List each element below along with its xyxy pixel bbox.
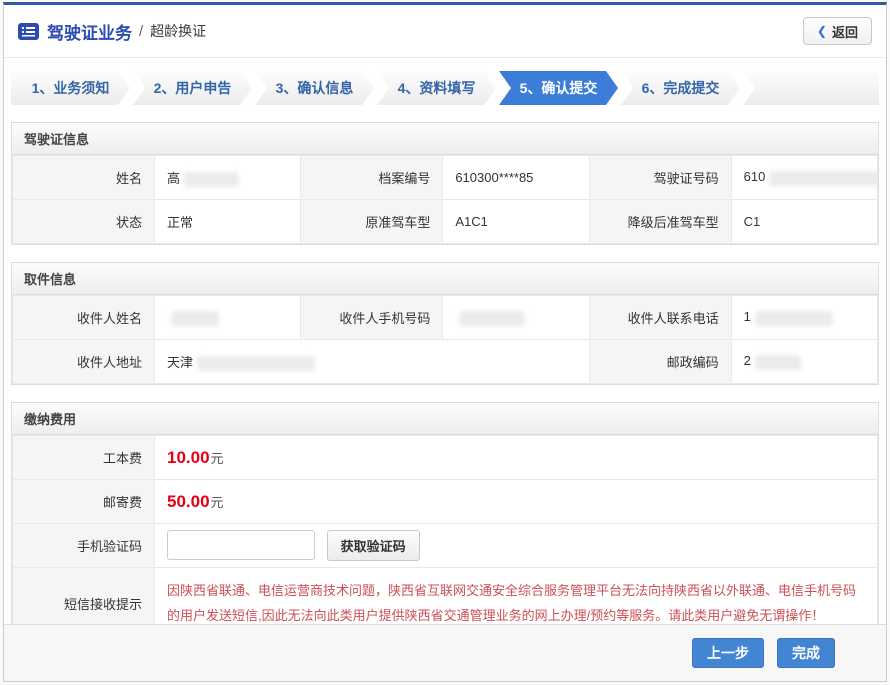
section-payment: 缴纳费用 工本费 10.00元 邮寄费 50.00元 手机验证码 获取验证码 [11,402,879,640]
section-license-title: 驾驶证信息 [12,123,878,155]
redaction-blur [184,172,239,187]
fee-unit: 元 [211,451,224,466]
field-value: 610300****85 [443,156,589,200]
field-label: 收件人手机号码 [301,296,443,340]
fee-row: 邮寄费 50.00元 [13,480,878,524]
field-value: C1 [731,200,877,244]
fee-amount: 10.00 [167,448,210,467]
step-3[interactable]: 3、确认信息 [255,71,374,105]
field-label: 收件人联系电话 [589,296,731,340]
fee-label: 工本费 [13,436,155,480]
sms-code-input[interactable] [167,530,315,560]
step-2[interactable]: 2、用户申告 [133,71,252,105]
info-row: 姓名高档案编号610300****85驾驶证号码610 [13,156,878,200]
field-value: 天津 [155,340,590,384]
step-4[interactable]: 4、资料填写 [377,71,496,105]
field-label: 邮政编码 [589,340,731,384]
field-value: 610 [731,156,877,200]
get-code-button[interactable]: 获取验证码 [327,530,420,561]
license-list-icon [18,23,39,40]
redaction-blur [769,171,877,186]
page-header: 驾驶证业务 / 超龄换证 ❮ 返回 [4,5,886,58]
sms-code-label: 手机验证码 [13,524,155,568]
info-row: 收件人姓名 收件人手机号码 收件人联系电话1 [13,296,878,340]
info-sections-host: 驾驶证信息姓名高档案编号610300****85驾驶证号码610状态正常原准驾车… [4,122,886,385]
fee-row: 工本费 10.00元 [13,436,878,480]
step-6[interactable]: 6、完成提交 [621,71,740,105]
field-label: 档案编号 [301,156,443,200]
field-value: 高 [155,156,301,200]
previous-step-button[interactable]: 上一步 [692,638,764,668]
footer-bar: 上一步 完成 [4,624,886,681]
redaction-blur [459,311,525,326]
field-label: 降级后准驾车型 [589,200,731,244]
breadcrumb-separator: / [139,23,143,40]
field-label: 收件人地址 [13,340,155,384]
fee-label: 邮寄费 [13,480,155,524]
field-label: 姓名 [13,156,155,200]
field-value: 正常 [155,200,301,244]
back-button-label: 返回 [832,22,858,41]
steps-filler [743,71,879,105]
info-row: 收件人地址天津邮政编码2 [13,340,878,384]
redaction-blur [197,356,315,371]
section-license: 驾驶证信息姓名高档案编号610300****85驾驶证号码610状态正常原准驾车… [11,122,879,245]
field-label: 驾驶证号码 [589,156,731,200]
step-5[interactable]: 5、确认提交 [499,71,618,105]
field-value: A1C1 [443,200,589,244]
redaction-blur [755,355,801,370]
fee-amount: 50.00 [167,492,210,511]
redaction-blur [171,311,219,326]
field-value: 2 [731,340,877,384]
field-label: 原准驾车型 [301,200,443,244]
fee-unit: 元 [211,495,224,510]
field-value [443,296,589,340]
field-value: 1 [731,296,877,340]
chevron-left-icon: ❮ [817,24,827,38]
field-label: 收件人姓名 [13,296,155,340]
sms-code-row: 手机验证码 获取验证码 [13,524,878,568]
step-1[interactable]: 1、业务须知 [11,71,130,105]
sms-notice-text: 因陕西省联通、电信运营商技术问题，陕西省互联网交通安全综合服务管理平台无法向持陕… [167,583,856,623]
field-label: 状态 [13,200,155,244]
section-pickup-title: 取件信息 [12,263,878,295]
finish-button[interactable]: 完成 [777,638,835,668]
page-title: 驾驶证业务 [47,19,132,44]
info-row: 状态正常原准驾车型A1C1降级后准驾车型C1 [13,200,878,244]
section-payment-title: 缴纳费用 [12,403,878,435]
breadcrumb-current: 超龄换证 [150,21,206,41]
back-button[interactable]: ❮ 返回 [803,17,872,45]
steps-bar: 1、业务须知2、用户申告3、确认信息4、资料填写5、确认提交6、完成提交 [11,71,879,105]
field-value [155,296,301,340]
redaction-blur [755,311,833,326]
section-pickup: 取件信息收件人姓名收件人手机号码收件人联系电话1收件人地址天津邮政编码2 [11,262,879,385]
page-container: 驾驶证业务 / 超龄换证 ❮ 返回 1、业务须知2、用户申告3、确认信息4、资料… [3,2,887,682]
